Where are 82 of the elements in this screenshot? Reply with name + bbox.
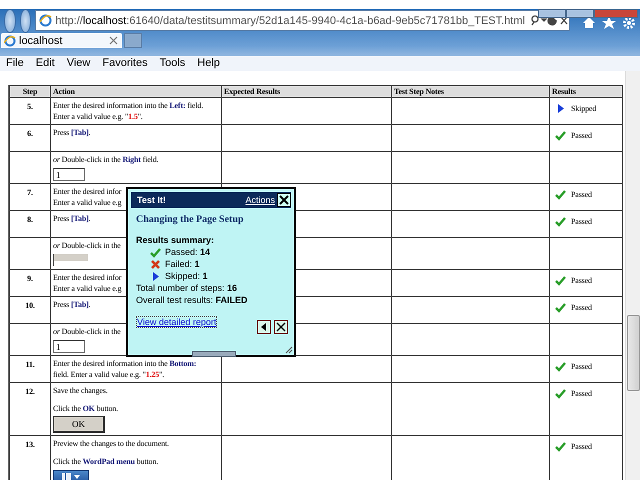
result-label: Passed [571,130,592,141]
step-number: 7. [27,188,33,197]
instruction-text: Press [Tab]. [53,213,90,224]
input-field[interactable] [53,254,88,266]
settings-icon [622,16,636,30]
instruction-text: or Double-click in the [53,240,121,251]
popup-title: Test It! [137,195,167,205]
result-label: Skipped [571,103,596,114]
input-field[interactable]: 1 [53,168,85,181]
address-tools-icon [530,15,569,26]
ok-button[interactable]: OK [53,416,105,433]
step-number: 11. [25,360,35,369]
instruction-text: field. Enter a valid value e.g. "1.25". [53,369,164,380]
instruction-text: Enter the desired information into the Bottom: [53,358,196,369]
column-header: Expected Results [222,86,392,98]
column-header: Step [10,86,50,98]
menu-button[interactable] [53,470,89,480]
close-icon [276,322,286,332]
browser-tab[interactable]: localhost [1,33,122,48]
result-label: Passed [571,189,592,200]
instruction-text: Press [Tab]. [53,299,90,310]
scrollbar[interactable] [625,71,640,480]
result-label: Passed [571,388,592,399]
home-icon [582,16,596,28]
resize-grip-icon[interactable] [285,346,293,354]
instruction-text: Enter the desired infor [53,272,122,283]
step-number: 13. [25,440,35,449]
input-field[interactable]: 1 [53,340,85,353]
summary-item: Passed: 14 [165,246,210,258]
menu-item[interactable]: View [60,56,96,71]
test-title: Changing the Page Setup [136,214,245,225]
address-bar[interactable]: http://localhost:61640/data/testitsummary/52d1a145-9940-4c1a-b6ad-9eb5c71781bb_TEST.html [35,10,570,31]
globe-icon [4,34,16,46]
instruction-text: Enter the desired information into the Left: field. [53,100,204,111]
step-number: 10. [25,301,35,310]
instruction-text: Press [Tab]. [53,127,90,138]
instruction-text: Enter a valid value e.g [53,197,122,208]
instruction-text: Click the OK button. [53,403,118,414]
result-label: Passed [571,361,592,372]
column-header: Results [550,86,622,98]
result-label: Passed [571,302,592,313]
summary-label: Results summary: [136,234,214,246]
globe-icon [39,14,52,27]
step-number: 9. [27,274,33,283]
result-label: Passed [571,441,592,452]
actions-link[interactable]: Actions [245,195,275,205]
instruction-text: or Double-click in the [53,326,121,337]
result-label: Passed [571,275,592,286]
menu-caret-icon [61,473,81,480]
total-steps-text: Total number of steps: 16 [136,282,238,294]
menu-item[interactable]: Favorites [96,56,154,71]
instruction-text: Preview the changes to the document. [53,438,169,449]
back-icon [260,322,268,332]
menu-item[interactable]: Edit [30,56,61,71]
back-button[interactable] [257,320,271,334]
close-icon [109,36,118,45]
forward-button[interactable] [20,8,32,32]
close-icon [279,195,289,205]
overall-result-text: Overall test results: FAILED [136,294,249,306]
scrollbar-thumb[interactable] [627,315,640,391]
report-link[interactable]: View detailed report [136,316,218,328]
step-number: 5. [27,102,33,111]
instruction-text: Enter the desired infor [53,186,122,197]
instruction-text: or Double-click in the Right field. [53,154,158,165]
instruction-text: Click the WordPad menu button. [53,456,158,467]
url-text: http://localhost:61640/data/testitsummary/52d1a145-9940-4c1a-b6ad-9eb5c71781bb_TEST.html [55,14,525,26]
column-header: Test Step Notes [392,86,550,98]
step-number: 12. [25,387,35,396]
star-icon [602,16,616,28]
instruction-text: Enter a valid value e.g. "1.5". [53,111,143,122]
result-label: Passed [571,216,592,227]
menu-item[interactable]: File [0,56,30,71]
step-number: 8. [27,215,33,224]
summary-item: Failed: 1 [165,258,200,270]
menu-item[interactable]: Tools [154,56,192,71]
instruction-text: Save the changes. [53,385,108,396]
menu-item[interactable]: Help [191,56,226,71]
summary-item: Skipped: 1 [165,270,208,282]
scroll-handle[interactable] [192,351,236,357]
instruction-text: Enter a valid value e.g [53,283,122,294]
step-number: 6. [27,129,33,138]
column-header: Action [50,86,222,98]
